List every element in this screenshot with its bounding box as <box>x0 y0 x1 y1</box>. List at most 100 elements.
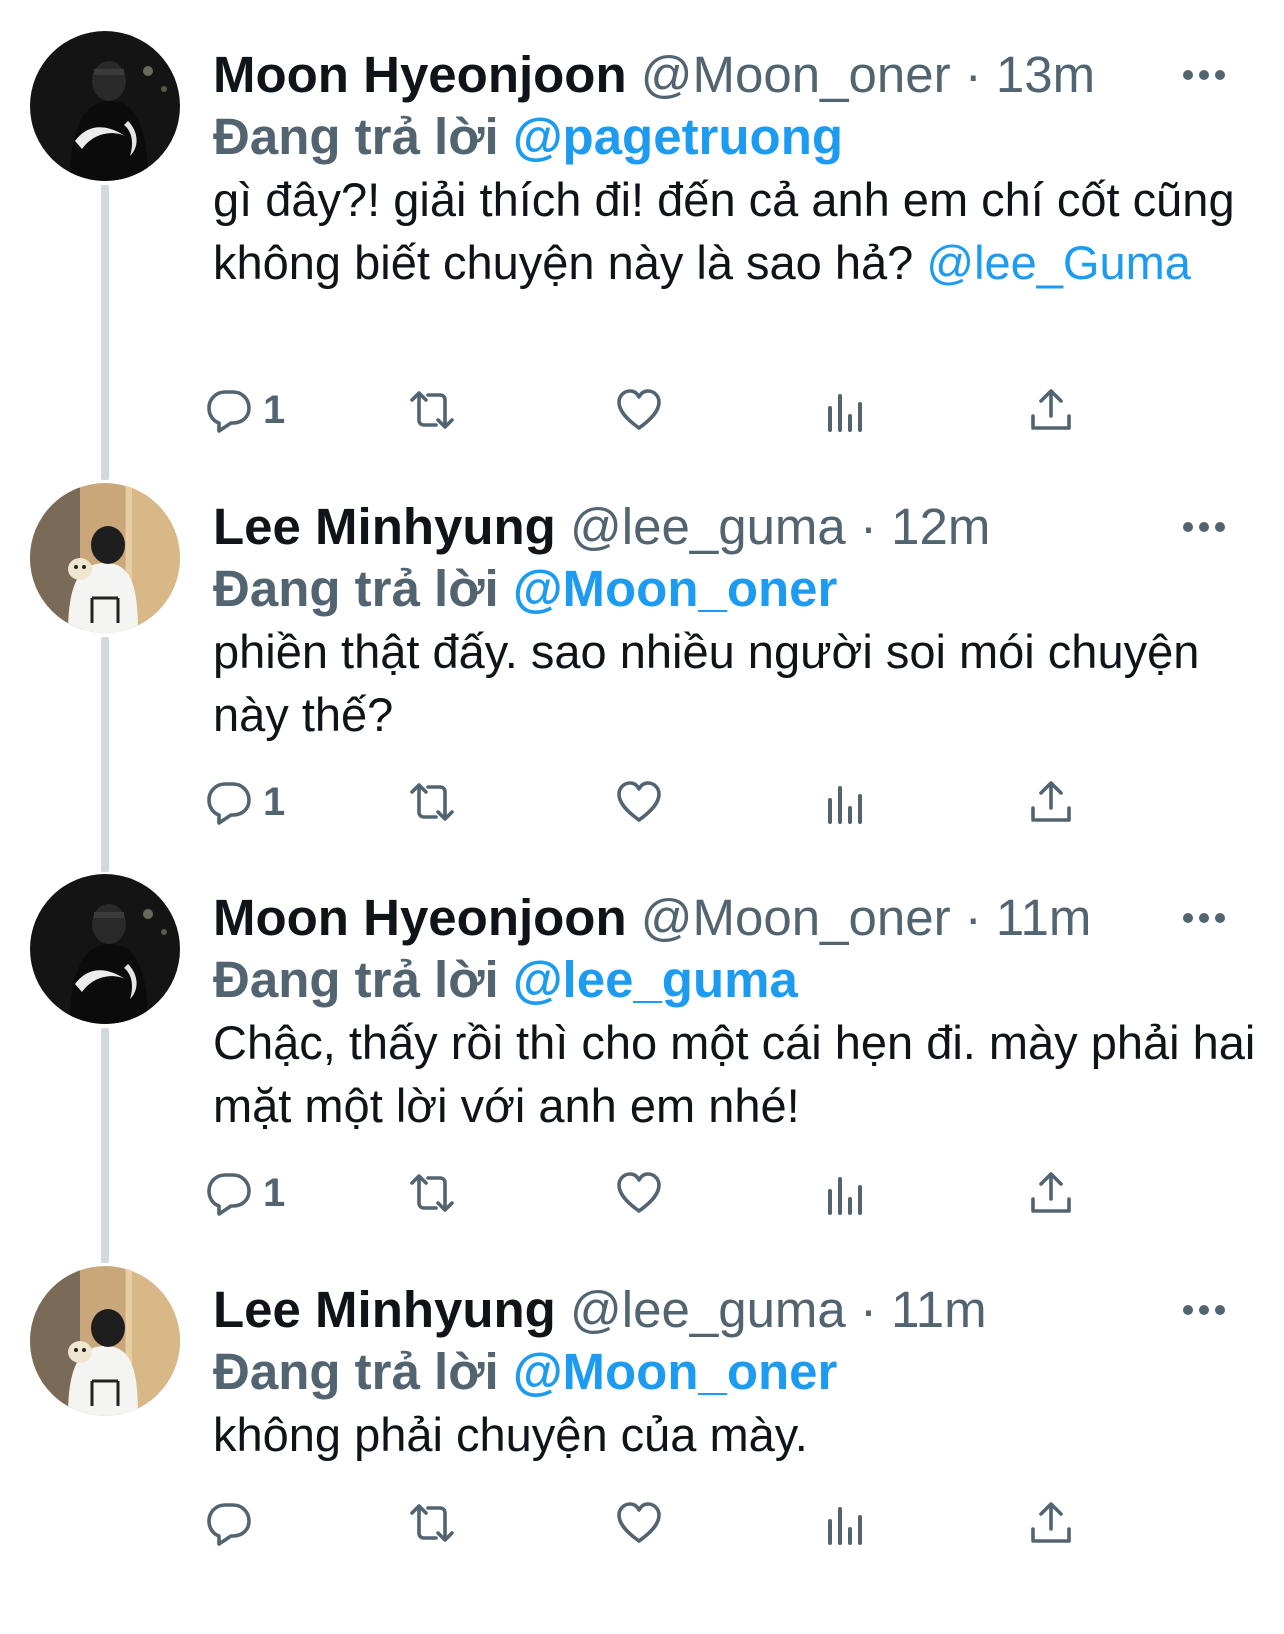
reply-icon <box>207 782 251 825</box>
replying-to-label: Đang trả lời <box>213 1343 499 1400</box>
avatar[interactable] <box>30 31 180 181</box>
action-bar <box>205 1493 1265 1553</box>
separator-dot: · <box>859 1281 877 1338</box>
more-options-button[interactable] <box>1174 1275 1234 1345</box>
tweet[interactable]: Moon Hyeonjoon @Moon_oner · 11m Đang trả… <box>0 871 1284 1251</box>
like-button[interactable] <box>615 1163 663 1223</box>
display-name[interactable]: Lee Minhyung <box>213 498 556 555</box>
more-options-button[interactable] <box>1174 883 1234 953</box>
tweet-mention-link[interactable]: @lee_Guma <box>926 236 1191 289</box>
ellipsis-icon <box>1183 70 1225 80</box>
timestamp[interactable]: 11m <box>996 889 1091 946</box>
replying-to-mention[interactable]: @Moon_oner <box>513 1343 838 1400</box>
avatar[interactable] <box>30 1266 180 1416</box>
more-options-button[interactable] <box>1174 492 1234 562</box>
action-bar: 1 <box>205 380 1265 440</box>
reply-button[interactable]: 1 <box>205 1163 285 1223</box>
analytics-icon <box>828 786 862 824</box>
avatar-light-photo-icon <box>30 483 180 633</box>
tweet-header: Lee Minhyung @lee_guma · 11m <box>213 1275 987 1345</box>
reply-icon <box>207 1503 251 1546</box>
tweet-text-content: không phải chuyện của mày. <box>213 1408 808 1461</box>
user-handle[interactable]: @lee_guma <box>570 498 846 555</box>
share-button[interactable] <box>1027 1493 1075 1553</box>
reply-icon <box>207 390 251 433</box>
share-icon <box>1031 1172 1071 1213</box>
replying-to: Đang trả lời @pagetruong <box>213 102 843 172</box>
timestamp[interactable]: 13m <box>996 46 1095 103</box>
replying-to-mention[interactable]: @Moon_oner <box>513 560 838 617</box>
separator-dot: · <box>964 46 982 103</box>
timestamp[interactable]: 11m <box>891 1281 986 1338</box>
retweet-button[interactable] <box>408 1163 456 1223</box>
avatar-light-photo-icon <box>30 1266 180 1416</box>
retweet-button[interactable] <box>408 1493 456 1553</box>
like-button[interactable] <box>615 772 663 832</box>
display-name[interactable]: Moon Hyeonjoon <box>213 46 627 103</box>
analytics-icon <box>828 1177 862 1215</box>
views-button[interactable] <box>822 1493 870 1553</box>
reply-button[interactable]: 1 <box>205 772 285 832</box>
share-icon <box>1031 389 1071 430</box>
avatar[interactable] <box>30 874 180 1024</box>
share-icon <box>1031 781 1071 822</box>
share-icon <box>1031 1502 1071 1543</box>
avatar-dark-photo-icon <box>30 31 180 181</box>
user-handle[interactable]: @Moon_oner <box>641 46 951 103</box>
tweet-text: phiền thật đấy. sao nhiều người soi mói … <box>213 620 1253 746</box>
share-button[interactable] <box>1027 380 1075 440</box>
tweet[interactable]: Moon Hyeonjoon @Moon_oner · 13m Đang trả… <box>0 28 1284 468</box>
replying-to: Đang trả lời @lee_guma <box>213 945 798 1015</box>
timestamp[interactable]: 12m <box>891 498 990 555</box>
user-handle[interactable]: @lee_guma <box>570 1281 846 1338</box>
user-handle[interactable]: @Moon_oner <box>641 889 951 946</box>
replying-to-mention[interactable]: @pagetruong <box>513 108 843 165</box>
tweet-header: Moon Hyeonjoon @Moon_oner · 13m <box>213 40 1095 110</box>
share-button[interactable] <box>1027 1163 1075 1223</box>
action-bar: 1 <box>205 772 1265 832</box>
heart-icon <box>617 781 661 822</box>
ellipsis-icon <box>1183 522 1225 532</box>
heart-icon <box>617 389 661 430</box>
views-button[interactable] <box>822 380 870 440</box>
tweet[interactable]: Lee Minhyung @lee_guma · 12m Đang trả lờ… <box>0 480 1284 860</box>
tweet-text-content: Chậc, thấy rồi thì cho một cái hẹn đi. m… <box>213 1016 1256 1132</box>
like-button[interactable] <box>615 380 663 440</box>
tweet-text-content: phiền thật đấy. sao nhiều người soi mói … <box>213 625 1200 741</box>
replying-to-mention[interactable]: @lee_guma <box>513 951 798 1008</box>
avatar-dark-photo-icon <box>30 874 180 1024</box>
reply-thread: Moon Hyeonjoon @Moon_oner · 13m Đang trả… <box>0 0 1284 1634</box>
views-button[interactable] <box>822 772 870 832</box>
reply-count: 1 <box>263 387 286 432</box>
reply-button[interactable]: 1 <box>205 380 285 440</box>
display-name[interactable]: Lee Minhyung <box>213 1281 556 1338</box>
replying-to: Đang trả lời @Moon_oner <box>213 1337 837 1407</box>
separator-dot: · <box>964 889 982 946</box>
like-button[interactable] <box>615 1493 663 1553</box>
tweet-text: Chậc, thấy rồi thì cho một cái hẹn đi. m… <box>213 1011 1263 1137</box>
analytics-icon <box>828 1507 862 1545</box>
retweet-icon <box>410 1504 454 1542</box>
avatar[interactable] <box>30 483 180 633</box>
reply-count: 1 <box>263 1170 286 1215</box>
tweet-header: Lee Minhyung @lee_guma · 12m <box>213 492 990 562</box>
reply-icon <box>207 1173 251 1216</box>
more-options-button[interactable] <box>1174 40 1234 110</box>
reply-button[interactable] <box>205 1493 263 1553</box>
views-button[interactable] <box>822 1163 870 1223</box>
share-button[interactable] <box>1027 772 1075 832</box>
tweet-text: không phải chuyện của mày. <box>213 1403 1253 1466</box>
replying-to-label: Đang trả lời <box>213 560 499 617</box>
action-bar: 1 <box>205 1163 1265 1223</box>
retweet-button[interactable] <box>408 772 456 832</box>
analytics-icon <box>828 394 862 432</box>
retweet-icon <box>410 1174 454 1212</box>
tweet-text: gì đây?! giải thích đi! đến cả anh em ch… <box>213 168 1253 294</box>
separator-dot: · <box>859 498 877 555</box>
tweet-header: Moon Hyeonjoon @Moon_oner · 11m <box>213 883 1091 953</box>
retweet-icon <box>410 391 454 429</box>
retweet-button[interactable] <box>408 380 456 440</box>
tweet[interactable]: Lee Minhyung @lee_guma · 11m Đang trả lờ… <box>0 1263 1284 1634</box>
reply-count: 1 <box>263 779 286 824</box>
display-name[interactable]: Moon Hyeonjoon <box>213 889 627 946</box>
